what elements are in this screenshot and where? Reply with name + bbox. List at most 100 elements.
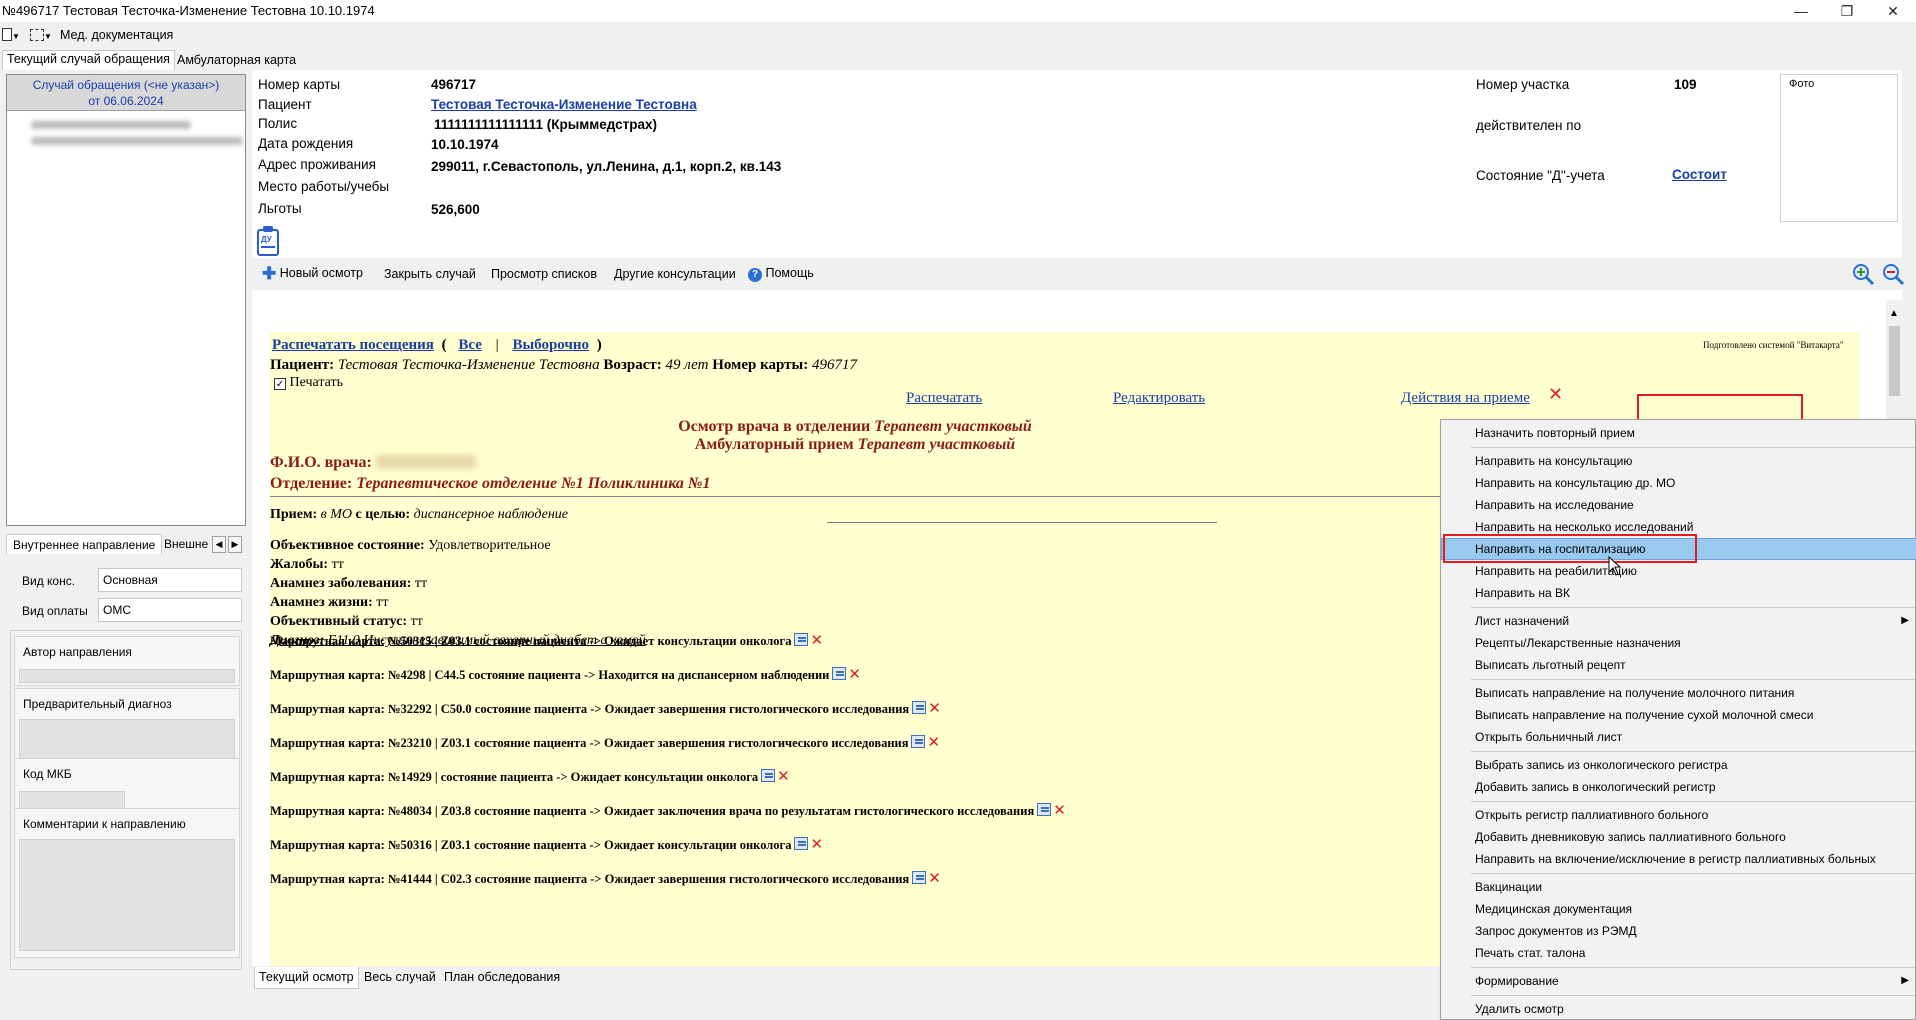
case-header[interactable]: Случай обращения (<не указан>) от 06.06.…: [7, 75, 245, 111]
delete-icon[interactable]: ✕: [1053, 803, 1066, 818]
delete-icon[interactable]: ✕: [928, 871, 941, 886]
valid-until-label: действителен по: [1476, 118, 1582, 133]
edit-icon[interactable]: [912, 701, 927, 714]
department-label: Отделение:: [270, 475, 353, 492]
print-all-link[interactable]: Все: [458, 337, 482, 353]
menu-item-refer-consultation[interactable]: Направить на консультацию: [1441, 450, 1916, 472]
maximize-button[interactable]: ❐: [1824, 0, 1870, 22]
close-window-button[interactable]: ✕: [1870, 0, 1916, 22]
menu-item-medical-docs[interactable]: Медицинская документация: [1441, 898, 1916, 920]
edit-icon[interactable]: [794, 633, 809, 646]
menu-item-formation[interactable]: Формирование ▶: [1441, 970, 1916, 992]
menu-item-repeat-appointment[interactable]: Назначить повторный прием: [1441, 422, 1916, 444]
tab-ambulatory-card[interactable]: Амбулаторная карта: [173, 52, 300, 72]
tab-whole-case[interactable]: Весь случай: [360, 967, 440, 989]
med-docs-menu[interactable]: Мед. документация: [60, 28, 173, 42]
edit-icon[interactable]: [761, 769, 776, 782]
tab-current-exam[interactable]: Текущий осмотр: [254, 967, 359, 989]
menu-item-sick-leave[interactable]: Открыть больничный лист: [1441, 726, 1916, 748]
dob-value: 10.10.1974: [431, 137, 499, 152]
tab-external-referral[interactable]: Внешне: [158, 534, 210, 554]
scroll-up-icon[interactable]: ▲: [1889, 308, 1899, 319]
structure-menu-button[interactable]: ▼: [30, 27, 52, 42]
author-field[interactable]: [19, 669, 235, 683]
patient-name-link[interactable]: Тестовая Тесточка-Изменение Тестовна: [431, 97, 697, 112]
menu-item-palliative-inclusion[interactable]: Направить на включение/исключение в реги…: [1441, 848, 1916, 870]
vid-kons-field[interactable]: Основная: [98, 568, 242, 592]
menu-item-refer-rehabilitation[interactable]: Направить на реабилитацию: [1441, 560, 1916, 582]
menu-item-preferential-recipe[interactable]: Выписать льготный рецепт: [1441, 654, 1916, 676]
tab-scroll-left-button[interactable]: ◀: [212, 536, 226, 553]
title-bar: №496717 Тестовая Тесточка-Изменение Тест…: [0, 0, 1916, 22]
menu-item-refer-study[interactable]: Направить на исследование: [1441, 494, 1916, 516]
checkbox-checked-icon[interactable]: ✓: [274, 378, 286, 390]
vid-oplaty-field[interactable]: ОМС: [98, 598, 242, 622]
edit-icon[interactable]: [911, 735, 926, 748]
author-label: Автор направления: [23, 645, 132, 659]
actions-on-reception-link[interactable]: Действия на приеме: [1401, 390, 1530, 407]
menu-item-refer-consultation-other-mo[interactable]: Направить на консультацию др. МО: [1441, 472, 1916, 494]
zoom-out-button[interactable]: [1882, 263, 1906, 287]
menu-item-refer-hospitalization[interactable]: Направить на госпитализацию: [1441, 538, 1916, 560]
menu-item-vaccinations[interactable]: Вакцинации: [1441, 876, 1916, 898]
delete-icon[interactable]: ✕: [777, 769, 790, 784]
comments-section: Комментарии к направлению: [14, 808, 240, 958]
delete-icon[interactable]: ✕: [927, 735, 940, 750]
menu-item-recipes[interactable]: Рецепты/Лекарственные назначения: [1441, 632, 1916, 654]
prelim-diag-field[interactable]: [19, 719, 235, 761]
print-selective-link[interactable]: Выборочно: [512, 337, 589, 353]
plus-icon: ✚: [262, 264, 277, 283]
menu-item-select-oncology-record[interactable]: Выбрать запись из онкологического регист…: [1441, 754, 1916, 776]
objective-status-row: Объективный статус: тт: [270, 614, 423, 629]
dispensary-clipboard-icon[interactable]: ДУ: [256, 226, 280, 256]
minimize-button[interactable]: —: [1778, 0, 1824, 22]
doctor-row: Ф.И.О. врача:: [270, 454, 476, 472]
scroll-thumb[interactable]: [1889, 326, 1900, 396]
help-button[interactable]: ? Помощь: [748, 266, 814, 282]
edit-icon[interactable]: [912, 871, 927, 884]
tab-internal-referral[interactable]: Внутреннее направление: [6, 534, 163, 554]
document-icon: [2, 28, 12, 41]
print-link[interactable]: Распечатать: [906, 390, 982, 407]
delete-exam-icon[interactable]: ✕: [1548, 384, 1563, 405]
menu-item-add-oncology-record[interactable]: Добавить запись в онкологический регистр: [1441, 776, 1916, 798]
address-label: Адрес проживания: [258, 157, 376, 172]
new-exam-button[interactable]: ✚ Новый осмотр: [262, 264, 363, 283]
d-status-link[interactable]: Состоит: [1672, 167, 1727, 182]
print-visits-link[interactable]: Распечатать посещения: [272, 337, 434, 353]
menu-item-prescription-sheet[interactable]: Лист назначений ▶: [1441, 610, 1916, 632]
close-case-button[interactable]: Закрыть случай: [384, 267, 476, 281]
print-checkbox-row[interactable]: ✓ Печатать: [274, 375, 343, 391]
patient-label: Пациент: [258, 97, 312, 112]
view-lists-button[interactable]: Просмотр списков: [491, 267, 597, 281]
edit-icon[interactable]: [794, 837, 809, 850]
paren-open: (: [441, 337, 447, 353]
menu-item-remd-request[interactable]: Запрос документов из РЭМД: [1441, 920, 1916, 942]
case-header-date: от 06.06.2024: [88, 94, 164, 108]
tab-current-case[interactable]: Текущий случай обращения: [2, 50, 175, 70]
file-menu-button[interactable]: ▼: [2, 27, 20, 42]
menu-item-dry-milk-formula[interactable]: Выписать направление на получение сухой …: [1441, 704, 1916, 726]
tab-exam-plan[interactable]: План обследования: [440, 967, 564, 989]
case-list-panel: Случай обращения (<не указан>) от 06.06.…: [6, 74, 246, 526]
other-consult-button[interactable]: Другие консультации: [614, 267, 736, 281]
menu-item-palliative-register[interactable]: Открыть регистр паллиативного больного: [1441, 804, 1916, 826]
menu-item-print-stat-coupon[interactable]: Печать стат. талона: [1441, 942, 1916, 964]
menu-item-palliative-diary[interactable]: Добавить дневниковую запись паллиативног…: [1441, 826, 1916, 848]
delete-icon[interactable]: ✕: [848, 667, 861, 682]
delete-icon[interactable]: ✕: [810, 633, 823, 648]
edit-icon[interactable]: [832, 667, 847, 680]
zoom-in-button[interactable]: [1852, 263, 1876, 287]
edit-icon[interactable]: [1037, 803, 1052, 816]
menu-item-milk-nutrition[interactable]: Выписать направление на получение молочн…: [1441, 682, 1916, 704]
patient-summary-line: Пациент: Тестовая Тесточка-Изменение Тес…: [270, 357, 857, 374]
tab-scroll-right-button[interactable]: ▶: [228, 536, 242, 553]
delete-icon[interactable]: ✕: [810, 837, 823, 852]
menu-item-delete-exam[interactable]: Удалить осмотр: [1441, 998, 1916, 1020]
delete-icon[interactable]: ✕: [928, 701, 941, 716]
comments-field[interactable]: [19, 839, 235, 951]
menu-item-refer-vk[interactable]: Направить на ВК: [1441, 582, 1916, 604]
arrow-right-icon: ▶: [231, 539, 239, 549]
edit-link[interactable]: Редактировать: [1113, 390, 1205, 407]
menu-item-refer-multiple-studies[interactable]: Направить на несколько исследований: [1441, 516, 1916, 538]
